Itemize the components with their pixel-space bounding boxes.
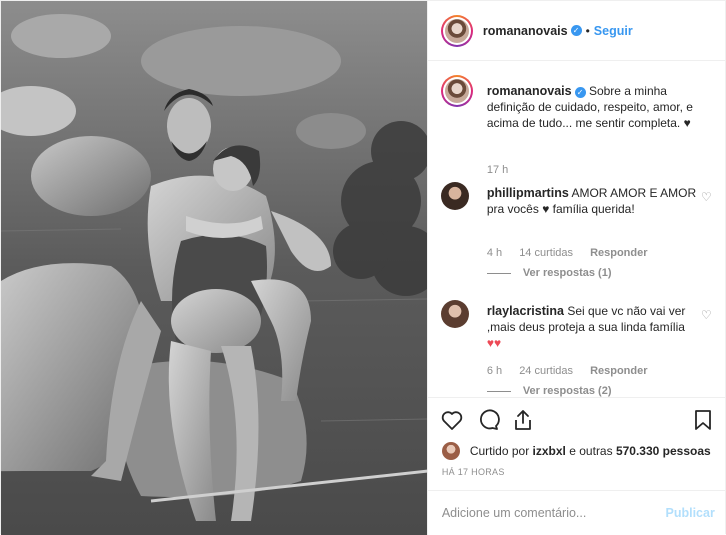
commenter-avatar[interactable] — [440, 300, 473, 332]
liker-avatar[interactable] — [441, 442, 460, 460]
post-photo[interactable] — [1, 1, 427, 535]
comment-body: rlaylacristina Sei que vc não vai ver ,m… — [487, 303, 697, 351]
share-icon[interactable] — [511, 408, 537, 434]
comment-bubble-icon[interactable] — [476, 408, 502, 434]
comments-list[interactable]: romananovais ✓ Sobre a minha definição de… — [428, 62, 726, 397]
post-side-panel: romananovais ✓ • Seguir romananovais ✓ So… — [426, 1, 726, 535]
liker-username[interactable]: izxbxl — [533, 444, 566, 458]
author-username[interactable]: romananovais — [483, 24, 568, 38]
post-timestamp[interactable]: HÁ 17 HORAS — [442, 467, 505, 477]
comment-body: phillipmartins AMOR AMOR E AMOR pra você… — [487, 185, 697, 217]
liked-by-connector: e outras — [569, 444, 613, 458]
comment-time[interactable]: 6 h — [487, 365, 502, 377]
couple-photo-illustration — [1, 1, 427, 535]
comment-meta: 6 h 24 curtidas Responder — [487, 365, 662, 377]
instagram-post: romananovais ✓ • Seguir romananovais ✓ So… — [0, 0, 726, 535]
comment-likes[interactable]: 24 curtidas — [519, 365, 573, 377]
caption-body: romananovais ✓ Sobre a minha definição de… — [487, 83, 697, 131]
comment-like-heart-icon[interactable]: ♡ — [701, 190, 713, 204]
commenter-avatar[interactable] — [440, 182, 473, 214]
separator-dot: • — [585, 23, 590, 38]
caption: romananovais ✓ Sobre a minha definição de… — [440, 75, 721, 185]
view-replies-button[interactable]: Ver respostas (2) — [486, 385, 612, 397]
post-actions-bar — [427, 397, 726, 441]
comment-item: rlaylacristina Sei que vc não vai ver ,m… — [440, 300, 721, 397]
comment-likes[interactable]: 14 curtidas — [519, 247, 573, 259]
view-replies-label: Ver respostas (2) — [522, 385, 612, 397]
comment-input[interactable] — [441, 503, 652, 523]
comment-like-heart-icon[interactable]: ♡ — [701, 308, 713, 322]
caption-meta: 17 h — [487, 164, 522, 176]
follow-button[interactable]: Seguir — [594, 24, 633, 38]
reply-button[interactable]: Responder — [590, 247, 647, 259]
caption-author-avatar[interactable] — [440, 75, 473, 107]
replies-line — [486, 272, 511, 274]
liked-by-prefix: Curtido por — [469, 444, 530, 458]
likes-count[interactable]: 570.330 pessoas — [616, 444, 711, 458]
comment-item: phillipmartins AMOR AMOR E AMOR pra você… — [440, 182, 721, 282]
post-header: romananovais ✓ • Seguir — [427, 1, 726, 61]
heart-icon[interactable] — [440, 408, 466, 434]
view-replies-label: Ver respostas (1) — [522, 267, 612, 279]
view-replies-button[interactable]: Ver respostas (1) — [486, 267, 612, 279]
publish-button[interactable]: Publicar — [666, 506, 715, 520]
add-comment-bar: Publicar — [427, 490, 726, 535]
caption-time[interactable]: 17 h — [487, 164, 508, 176]
comment-time[interactable]: 4 h — [487, 247, 502, 259]
verified-badge-icon: ✓ — [574, 87, 586, 98]
liked-by: Curtido por izxbxl e outras 570.330 pess… — [441, 442, 711, 460]
comment-username[interactable]: phillipmartins — [487, 186, 569, 200]
author-avatar[interactable] — [440, 14, 473, 47]
replies-line — [486, 390, 511, 392]
caption-username[interactable]: romananovais — [487, 84, 572, 98]
reply-button[interactable]: Responder — [590, 365, 647, 377]
bookmark-icon[interactable] — [691, 408, 717, 434]
comment-username[interactable]: rlaylacristina — [487, 304, 564, 318]
red-heart-emoji: ♥♥ — [486, 336, 502, 350]
comment-meta: 4 h 14 curtidas Responder — [487, 247, 662, 259]
verified-badge-icon: ✓ — [570, 25, 582, 36]
